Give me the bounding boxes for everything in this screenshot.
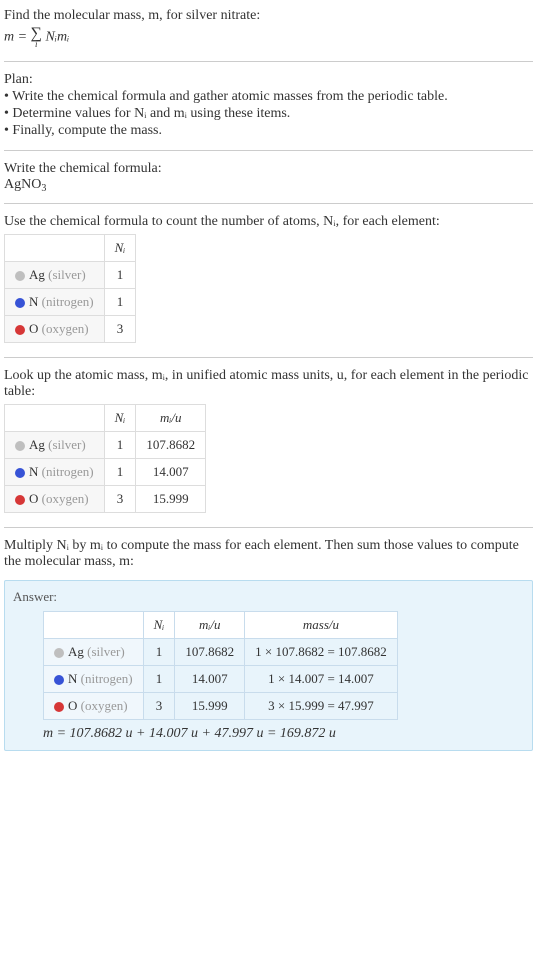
element-cell: O (oxygen)	[5, 486, 105, 513]
multiply-section: Multiply Nᵢ by mᵢ to compute the mass fo…	[4, 534, 533, 574]
element-cell: Ag (silver)	[5, 262, 105, 289]
sigma-symbol: ∑i	[31, 26, 42, 49]
table-row: O (oxygen) 3 15.999	[5, 486, 206, 513]
m-value: 14.007	[136, 459, 206, 486]
header-n: Nᵢ	[143, 612, 175, 639]
divider	[4, 357, 533, 358]
table-header-row: Nᵢ mᵢ/u	[5, 405, 206, 432]
table-row: Ag (silver) 1 107.8682 1 × 107.8682 = 10…	[44, 639, 398, 666]
table-header-row: Nᵢ mᵢ/u mass/u	[44, 612, 398, 639]
divider	[4, 150, 533, 151]
element-dot-icon	[15, 495, 25, 505]
n-value: 1	[143, 639, 175, 666]
element-dot-icon	[15, 325, 25, 335]
element-cell: N (nitrogen)	[44, 666, 144, 693]
plan-title: Plan:	[4, 72, 533, 88]
element-cell: Ag (silver)	[5, 432, 105, 459]
element-dot-icon	[54, 648, 64, 658]
table-row: N (nitrogen) 1 14.007 1 × 14.007 = 14.00…	[44, 666, 398, 693]
mass-value: 3 × 15.999 = 47.997	[245, 693, 398, 720]
multiply-title: Multiply Nᵢ by mᵢ to compute the mass fo…	[4, 538, 533, 570]
element-cell: Ag (silver)	[44, 639, 144, 666]
element-cell: O (oxygen)	[44, 693, 144, 720]
count-section: Use the chemical formula to count the nu…	[4, 210, 533, 351]
header-n: Nᵢ	[104, 405, 136, 432]
divider	[4, 61, 533, 62]
m-value: 15.999	[175, 693, 245, 720]
plan-section: Plan: • Write the chemical formula and g…	[4, 68, 533, 144]
answer-label: Answer:	[13, 589, 524, 605]
count-table: Nᵢ Ag (silver) 1 N (nitrogen) 1 O (oxyge…	[4, 234, 136, 343]
m-value: 107.8682	[175, 639, 245, 666]
n-value: 3	[104, 486, 136, 513]
n-value: 1	[104, 459, 136, 486]
n-value: 1	[104, 289, 136, 316]
divider	[4, 203, 533, 204]
n-value: 3	[143, 693, 175, 720]
plan-bullet-1: • Write the chemical formula and gather …	[4, 89, 533, 105]
mass-value: 1 × 14.007 = 14.007	[245, 666, 398, 693]
final-equation: m = 107.8682 u + 14.007 u + 47.997 u = 1…	[43, 726, 524, 742]
n-value: 1	[104, 432, 136, 459]
plan-bullet-2: • Determine values for Nᵢ and mᵢ using t…	[4, 106, 533, 122]
table-row: N (nitrogen) 1 14.007	[5, 459, 206, 486]
header-n: Nᵢ	[104, 235, 136, 262]
element-dot-icon	[15, 468, 25, 478]
mass-formula: m = ∑i Nᵢmᵢ	[4, 26, 533, 49]
header-blank	[5, 235, 105, 262]
header-blank	[5, 405, 105, 432]
intro-section: Find the molecular mass, m, for silver n…	[4, 4, 533, 55]
answer-table: Nᵢ mᵢ/u mass/u Ag (silver) 1 107.8682 1 …	[43, 611, 398, 720]
header-m: mᵢ/u	[136, 405, 206, 432]
chemical-formula-section: Write the chemical formula: AgNO3	[4, 157, 533, 197]
element-cell: N (nitrogen)	[5, 289, 105, 316]
lookup-title: Look up the atomic mass, mᵢ, in unified …	[4, 368, 533, 400]
plan-bullet-3: • Finally, compute the mass.	[4, 123, 533, 139]
m-value: 107.8682	[136, 432, 206, 459]
n-value: 1	[143, 666, 175, 693]
header-blank	[44, 612, 144, 639]
answer-box: Answer: Nᵢ mᵢ/u mass/u Ag (silver) 1 107…	[4, 580, 533, 751]
header-mass: mass/u	[245, 612, 398, 639]
lookup-section: Look up the atomic mass, mᵢ, in unified …	[4, 364, 533, 521]
table-header-row: Nᵢ	[5, 235, 136, 262]
lookup-table: Nᵢ mᵢ/u Ag (silver) 1 107.8682 N (nitrog…	[4, 404, 206, 513]
m-value: 15.999	[136, 486, 206, 513]
mass-value: 1 × 107.8682 = 107.8682	[245, 639, 398, 666]
element-dot-icon	[54, 675, 64, 685]
header-m: mᵢ/u	[175, 612, 245, 639]
divider	[4, 527, 533, 528]
chemical-formula-value: AgNO3	[4, 177, 533, 193]
chemical-formula-title: Write the chemical formula:	[4, 161, 533, 177]
count-title: Use the chemical formula to count the nu…	[4, 214, 533, 230]
table-row: N (nitrogen) 1	[5, 289, 136, 316]
intro-text: Find the molecular mass, m, for silver n…	[4, 8, 533, 24]
m-value: 14.007	[175, 666, 245, 693]
element-cell: N (nitrogen)	[5, 459, 105, 486]
element-dot-icon	[15, 441, 25, 451]
table-row: Ag (silver) 1	[5, 262, 136, 289]
table-row: Ag (silver) 1 107.8682	[5, 432, 206, 459]
element-dot-icon	[15, 298, 25, 308]
element-cell: O (oxygen)	[5, 316, 105, 343]
n-value: 3	[104, 316, 136, 343]
n-value: 1	[104, 262, 136, 289]
table-row: O (oxygen) 3	[5, 316, 136, 343]
element-dot-icon	[15, 271, 25, 281]
table-row: O (oxygen) 3 15.999 3 × 15.999 = 47.997	[44, 693, 398, 720]
element-dot-icon	[54, 702, 64, 712]
